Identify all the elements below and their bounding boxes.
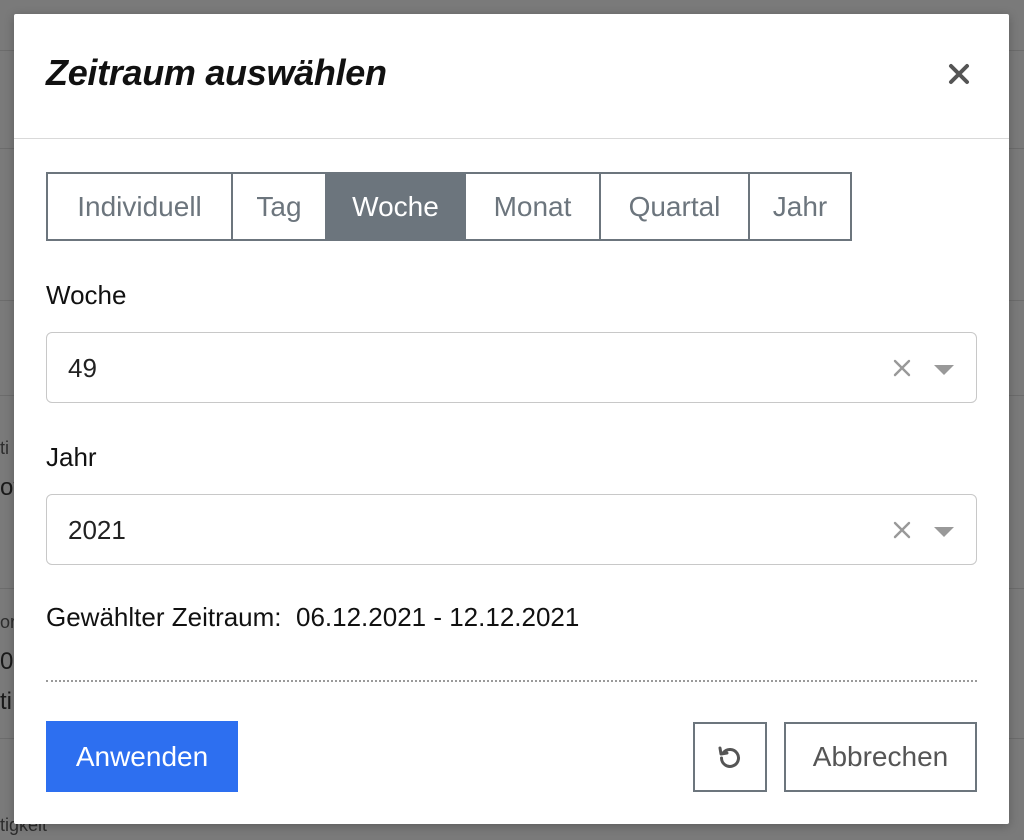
- close-icon: [949, 64, 969, 84]
- modal-header: Zeitraum auswählen: [14, 14, 1009, 139]
- chevron-down-icon[interactable]: [932, 525, 956, 539]
- background-text: ov: [0, 474, 14, 501]
- modal-title: Zeitraum auswählen: [46, 52, 387, 93]
- clear-icon[interactable]: [890, 518, 914, 542]
- reset-icon: [718, 746, 740, 768]
- week-label: Woche: [46, 280, 127, 310]
- footer-divider: [46, 680, 977, 682]
- reset-button[interactable]: [693, 722, 767, 792]
- tab-tag[interactable]: Tag: [233, 174, 327, 239]
- background-text: ti: [0, 438, 9, 458]
- apply-button[interactable]: Anwenden: [46, 721, 238, 792]
- chevron-down-icon[interactable]: [932, 363, 956, 377]
- selected-range-label: Gewählter Zeitraum:: [46, 602, 282, 632]
- tab-quartal[interactable]: Quartal: [601, 174, 750, 239]
- year-value: 2021: [68, 515, 126, 545]
- year-select[interactable]: 2021: [46, 494, 977, 565]
- background-text: 00: [0, 648, 14, 675]
- cancel-button[interactable]: Abbrechen: [784, 722, 977, 792]
- selected-range: Gewählter Zeitraum: 06.12.2021 - 12.12.2…: [46, 602, 579, 633]
- tab-individuell[interactable]: Individuell: [48, 174, 233, 239]
- year-label: Jahr: [46, 442, 97, 472]
- selected-range-value: 06.12.2021 - 12.12.2021: [295, 602, 580, 632]
- week-value: 49: [68, 353, 97, 383]
- tab-monat[interactable]: Monat: [466, 174, 601, 239]
- clear-icon[interactable]: [890, 356, 914, 380]
- tab-woche[interactable]: Woche: [327, 174, 466, 239]
- tab-jahr[interactable]: Jahr: [750, 174, 850, 239]
- period-tabs: Individuell Tag Woche Monat Quartal Jahr: [46, 172, 852, 241]
- week-select[interactable]: 49: [46, 332, 977, 403]
- background-text: ti: [0, 688, 12, 715]
- close-button[interactable]: [939, 54, 979, 94]
- date-range-modal: Zeitraum auswählen Individuell Tag Woche…: [14, 14, 1009, 824]
- background-text: or: [0, 612, 14, 632]
